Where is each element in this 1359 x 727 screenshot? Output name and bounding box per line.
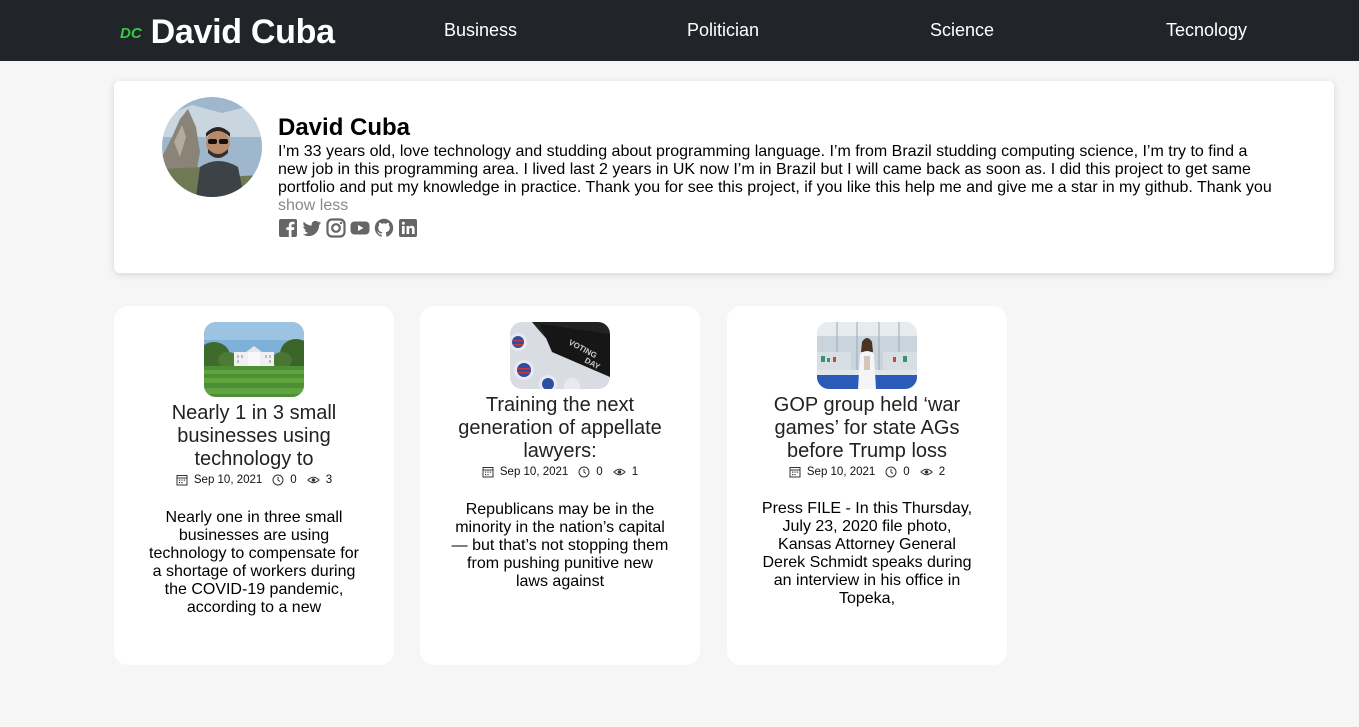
show-less-link[interactable]: show less <box>278 197 348 214</box>
clock-icon <box>272 474 284 486</box>
calendar-icon <box>482 467 494 478</box>
card-thumbnail[interactable] <box>204 322 304 397</box>
card-meta: Sep 10, 2021 0 1 <box>420 466 700 478</box>
nav-link-politician[interactable]: Politician <box>687 20 759 41</box>
profile-bio-text: I’m 33 years old, love technology and st… <box>278 143 1272 196</box>
brand-name: David Cuba <box>150 12 335 51</box>
card-description: Press FILE - In this Thursday, July 23, … <box>761 500 973 607</box>
news-card-3[interactable]: GOP group held ‘war games’ for state AGs… <box>727 306 1007 665</box>
eye-icon <box>306 476 320 484</box>
card-meta: Sep 10, 2021 0 2 <box>727 466 1007 478</box>
card-description: Nearly one in three small businesses are… <box>149 509 359 616</box>
eye-icon <box>919 468 933 476</box>
card-title[interactable]: GOP group held ‘war games’ for state AGs… <box>757 394 977 463</box>
nav-link-technology[interactable]: Tecnology <box>1166 20 1247 41</box>
facebook-icon[interactable] <box>278 218 298 238</box>
clock-icon <box>885 466 897 478</box>
card-description: Republicans may be in the minority in th… <box>451 501 669 590</box>
profile-name: David Cuba <box>278 114 411 141</box>
card-date: Sep 10, 2021 <box>806 466 876 478</box>
card-meta: Sep 10, 2021 0 3 <box>114 474 394 486</box>
navbar: DC David Cuba Business Politician Scienc… <box>0 0 1359 61</box>
card-views: 1 <box>631 466 639 478</box>
eye-icon <box>612 468 626 476</box>
logo: DC <box>120 24 142 42</box>
card-comments: 0 <box>596 466 603 478</box>
social-links <box>278 218 1278 238</box>
card-views: 2 <box>938 466 946 478</box>
card-title[interactable]: Training the next generation of appellat… <box>450 394 670 463</box>
avatar <box>162 97 262 197</box>
card-views: 3 <box>325 474 333 486</box>
profile-card: David Cuba I’m 33 years old, love techno… <box>114 81 1334 273</box>
card-title[interactable]: Nearly 1 in 3 small businesses using tec… <box>144 402 364 471</box>
youtube-icon[interactable] <box>350 218 370 238</box>
instagram-icon[interactable] <box>326 218 346 238</box>
nav-link-business[interactable]: Business <box>444 20 517 41</box>
calendar-icon <box>789 467 801 478</box>
nav-link-science[interactable]: Science <box>930 20 994 41</box>
card-thumbnail[interactable]: VOTING DAY <box>510 322 610 389</box>
card-date: Sep 10, 2021 <box>499 466 569 478</box>
card-comments: 0 <box>903 466 910 478</box>
twitter-icon[interactable] <box>302 218 322 238</box>
card-thumbnail[interactable] <box>817 322 917 389</box>
brand-link[interactable]: DC David Cuba <box>120 12 335 52</box>
news-card-2[interactable]: VOTING DAY Training the next generation … <box>420 306 700 665</box>
github-icon[interactable] <box>374 218 394 238</box>
card-date: Sep 10, 2021 <box>193 474 263 486</box>
news-card-1[interactable]: Nearly 1 in 3 small businesses using tec… <box>114 306 394 665</box>
calendar-icon <box>176 475 188 486</box>
profile-bio: I’m 33 years old, love technology and st… <box>278 143 1278 215</box>
linkedin-icon[interactable] <box>398 218 418 238</box>
card-comments: 0 <box>290 474 297 486</box>
clock-icon <box>578 466 590 478</box>
